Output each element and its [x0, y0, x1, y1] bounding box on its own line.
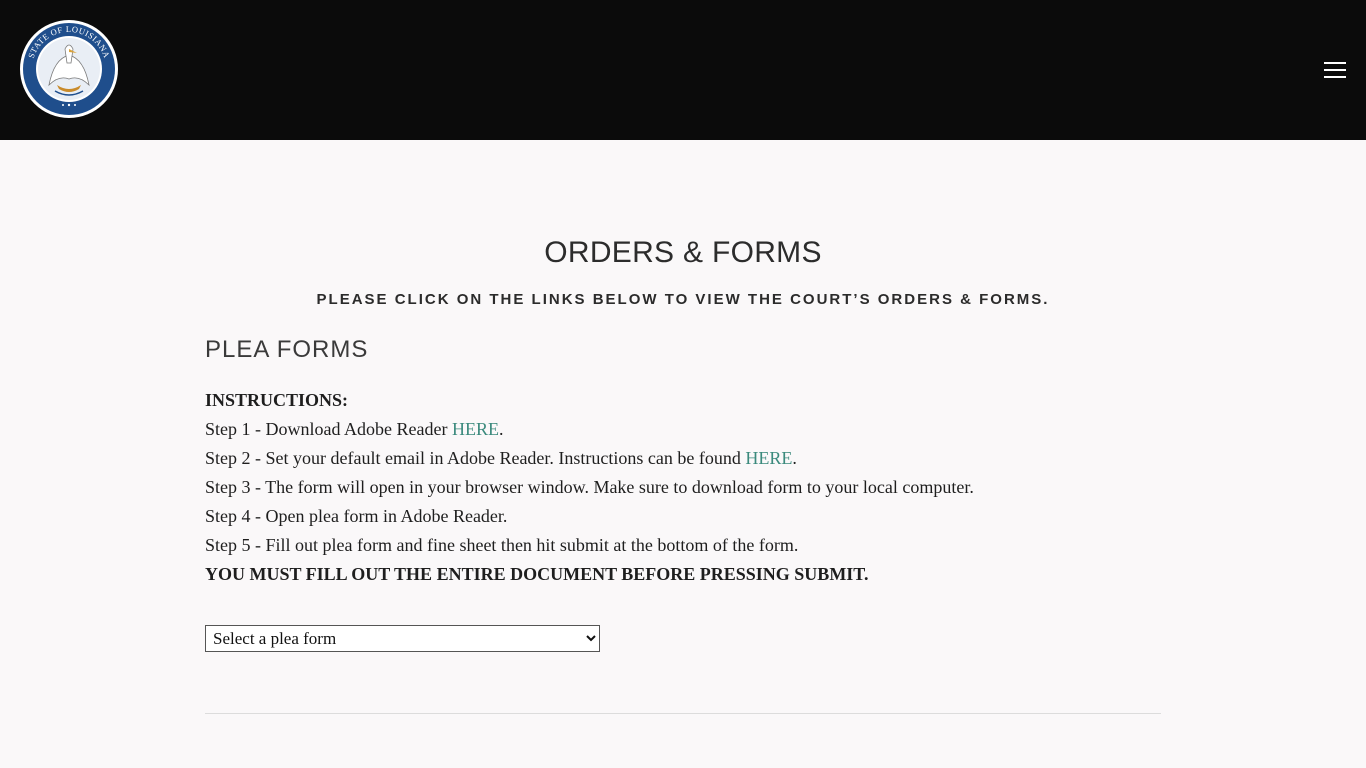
menu-bar	[1324, 76, 1346, 78]
instructions-label: INSTRUCTIONS:	[205, 390, 349, 410]
email-instructions-link[interactable]: HERE	[745, 448, 792, 468]
section-divider	[205, 713, 1161, 714]
plea-forms-section: PLEA FORMS INSTRUCTIONS: Step 1 - Downlo…	[205, 336, 1161, 652]
step-4: Step 4 - Open plea form in Adobe Reader.	[205, 506, 508, 526]
step-2-period: .	[792, 448, 797, 468]
menu-bar	[1324, 69, 1346, 71]
step-1-period: .	[498, 419, 504, 439]
plea-forms-heading: PLEA FORMS	[205, 336, 369, 363]
step-1: Step 1 - Download Adobe Reader HERE.	[205, 415, 1161, 444]
submit-warning: YOU MUST FILL OUT THE ENTIRE DOCUMENT BE…	[205, 564, 869, 584]
step-1-text: Step 1 - Download Adobe Reader	[205, 419, 452, 439]
state-seal-logo[interactable]: STATE OF LOUISIANA	[19, 19, 119, 119]
step-3: Step 3 - The form will open in your brow…	[205, 477, 974, 497]
instructions-block: INSTRUCTIONS: Step 1 - Download Adobe Re…	[205, 386, 1161, 589]
menu-bar	[1324, 62, 1346, 64]
step-2-text: Step 2 - Set your default email in Adobe…	[205, 448, 746, 468]
step-5: Step 5 - Fill out plea form and fine she…	[205, 535, 799, 555]
step-2: Step 2 - Set your default email in Adobe…	[205, 444, 1161, 473]
page-subtitle: PLEASE CLICK ON THE LINKS BELOW TO VIEW …	[316, 291, 1050, 308]
adobe-reader-download-link[interactable]: HERE	[452, 419, 499, 439]
site-header: STATE OF LOUISIANA	[0, 0, 1366, 140]
page-title: ORDERS & FORMS	[544, 236, 822, 269]
plea-form-select[interactable]: Select a plea form	[205, 625, 600, 652]
hamburger-menu-icon[interactable]	[1318, 58, 1352, 82]
